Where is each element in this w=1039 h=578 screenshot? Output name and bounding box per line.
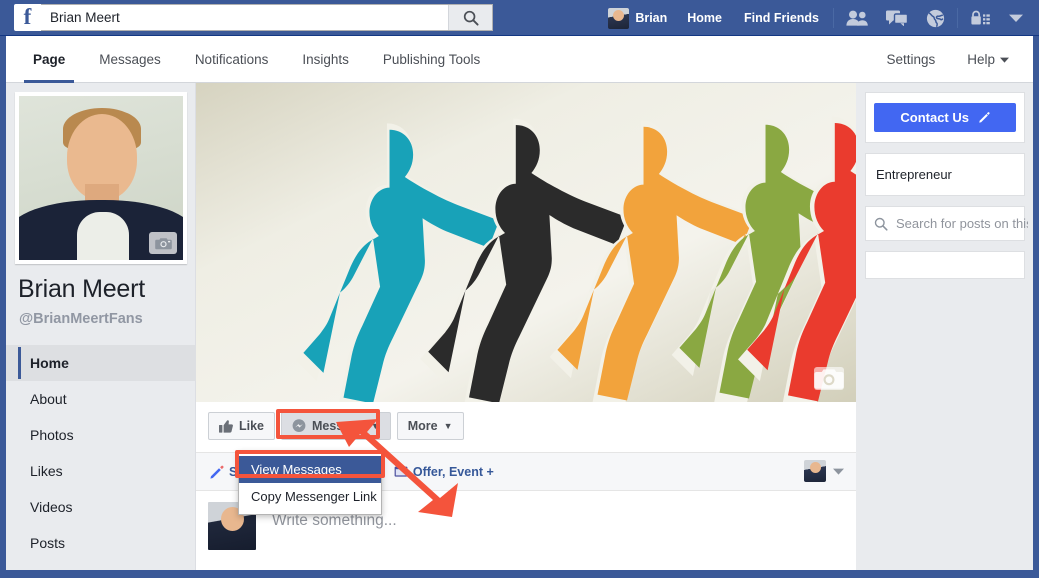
- tab-label: Messages: [99, 52, 161, 67]
- notifications-globe-icon[interactable]: [917, 0, 954, 36]
- page-category-card[interactable]: Entrepreneur: [865, 153, 1025, 196]
- account-chevron-down-icon[interactable]: [999, 0, 1033, 36]
- global-search-input[interactable]: [41, 5, 441, 30]
- page-profile-picture[interactable]: [15, 92, 187, 264]
- camera-icon[interactable]: [149, 232, 177, 254]
- right-column-placeholder-card: [865, 251, 1025, 279]
- facebook-page-screen: f Brian Home Find Friends: [0, 0, 1039, 578]
- caret-down-icon: [833, 468, 844, 475]
- tab-insights[interactable]: Insights: [285, 36, 366, 83]
- search-icon[interactable]: [448, 5, 492, 30]
- audience-avatar-icon: [804, 460, 826, 482]
- menu-item-view-messages[interactable]: View Messages: [239, 456, 381, 483]
- pencil-edit-icon: [978, 112, 990, 123]
- thumbs-up-icon: [219, 419, 233, 433]
- message-dropdown-menu: View Messages Copy Messenger Link: [238, 451, 382, 515]
- topbar-home-link[interactable]: Home: [676, 0, 733, 36]
- page-category-label: Entrepreneur: [876, 167, 952, 182]
- page-action-bar: Like Message ▼ More ▼: [196, 402, 856, 453]
- sidebar-item-likes[interactable]: Likes: [6, 453, 196, 489]
- topbar-user-name: Brian: [635, 11, 668, 25]
- cover-photo-illustration: [196, 83, 856, 402]
- page-username: @BrianMeertFans: [19, 311, 143, 327]
- caret-down-icon: [1000, 57, 1009, 63]
- tab-label: Notifications: [194, 52, 269, 67]
- offer-event-icon: [394, 465, 408, 478]
- contact-us-label: Contact Us: [900, 110, 969, 125]
- composer-offer-event-tab[interactable]: Offer, Event +: [394, 465, 494, 479]
- sidebar-item-label: Posts: [30, 535, 66, 551]
- page-title: Brian Meert: [18, 275, 146, 303]
- messenger-icon: [292, 419, 306, 432]
- topbar-left-group: f: [14, 4, 493, 31]
- sidebar-item-label: Videos: [30, 499, 73, 515]
- composer-audience-selector[interactable]: [804, 460, 844, 482]
- sidebar-item-label: Home: [30, 355, 69, 371]
- sidebar-item-label: Photos: [30, 427, 74, 443]
- global-navigation-bar: f Brian Home Find Friends: [0, 0, 1039, 36]
- page-post-search-input[interactable]: [896, 216, 1028, 231]
- cover-photo[interactable]: [196, 83, 856, 402]
- more-label: More: [407, 419, 438, 433]
- page-action-buttons: Like Message ▼ More ▼: [208, 412, 470, 440]
- page-content-area: Brian Meert @BrianMeertFans Home About P…: [6, 83, 1033, 570]
- sidebar-item-about[interactable]: About: [6, 381, 196, 417]
- page-post-search-card: [865, 206, 1028, 241]
- settings-link[interactable]: Settings: [870, 36, 951, 83]
- page-tab-right-group: Settings Help: [870, 36, 1025, 83]
- pencil-icon: [210, 465, 224, 479]
- window-footer-strip: [0, 570, 1039, 578]
- tab-page[interactable]: Page: [16, 36, 82, 83]
- like-label: Like: [239, 419, 265, 433]
- avatar-shirt: [77, 212, 129, 260]
- tab-messages[interactable]: Messages: [82, 36, 178, 83]
- page-left-sidebar: Brian Meert @BrianMeertFans Home About P…: [6, 83, 196, 570]
- menu-item-copy-messenger-link[interactable]: Copy Messenger Link: [239, 483, 381, 510]
- global-search-container: [41, 4, 493, 31]
- sidebar-item-posts[interactable]: Posts: [6, 525, 196, 561]
- sidebar-item-videos[interactable]: Videos: [6, 489, 196, 525]
- topbar-right-group: Brian Home Find Friends: [599, 0, 1033, 36]
- composer-offer-event-label: Offer, Event +: [412, 464, 494, 479]
- topbar-profile-link[interactable]: Brian: [599, 4, 676, 32]
- contact-us-card: Contact Us: [865, 92, 1025, 143]
- sidebar-item-label: Likes: [30, 463, 63, 479]
- sidebar-item-home[interactable]: Home: [6, 345, 196, 381]
- tab-label: Publishing Tools: [382, 52, 481, 67]
- divider: [833, 8, 834, 28]
- caret-down-icon: ▼: [370, 421, 380, 431]
- tab-label: Page: [33, 52, 66, 67]
- tab-label: Insights: [302, 52, 349, 67]
- sidebar-item-manage-tabs[interactable]: Manage Tabs: [6, 561, 196, 570]
- help-label: Help: [967, 52, 995, 67]
- divider: [957, 8, 958, 28]
- sidebar-item-photos[interactable]: Photos: [6, 417, 196, 453]
- settings-label: Settings: [886, 52, 936, 67]
- help-menu[interactable]: Help: [951, 36, 1025, 83]
- tab-notifications[interactable]: Notifications: [178, 36, 286, 83]
- menu-item-label: View Messages: [251, 462, 342, 477]
- menu-item-label: Copy Messenger Link: [251, 489, 377, 504]
- search-icon: [874, 217, 888, 231]
- camera-icon[interactable]: [814, 367, 844, 390]
- avatar: [608, 7, 630, 29]
- page-right-column: Contact Us Entrepreneur: [857, 83, 1033, 570]
- message-button[interactable]: Message ▼: [281, 412, 391, 440]
- messages-icon[interactable]: [877, 0, 917, 36]
- more-button[interactable]: More ▼: [396, 412, 464, 440]
- page-nav-list: Home About Photos Likes Videos Posts: [6, 345, 196, 570]
- sidebar-item-label: About: [30, 391, 67, 407]
- avatar: [19, 96, 183, 260]
- message-label: Message: [312, 419, 365, 433]
- privacy-lock-icon[interactable]: [961, 0, 999, 36]
- like-button[interactable]: Like: [208, 412, 276, 440]
- topbar-find-friends-link[interactable]: Find Friends: [733, 0, 830, 36]
- caret-down-icon: ▼: [443, 421, 453, 431]
- contact-us-button[interactable]: Contact Us: [874, 103, 1016, 132]
- tab-publishing-tools[interactable]: Publishing Tools: [366, 36, 497, 83]
- page-tab-bar: Page Messages Notifications Insights Pub…: [6, 36, 1033, 83]
- friend-requests-icon[interactable]: [837, 0, 877, 36]
- facebook-logo-icon[interactable]: f: [14, 4, 41, 31]
